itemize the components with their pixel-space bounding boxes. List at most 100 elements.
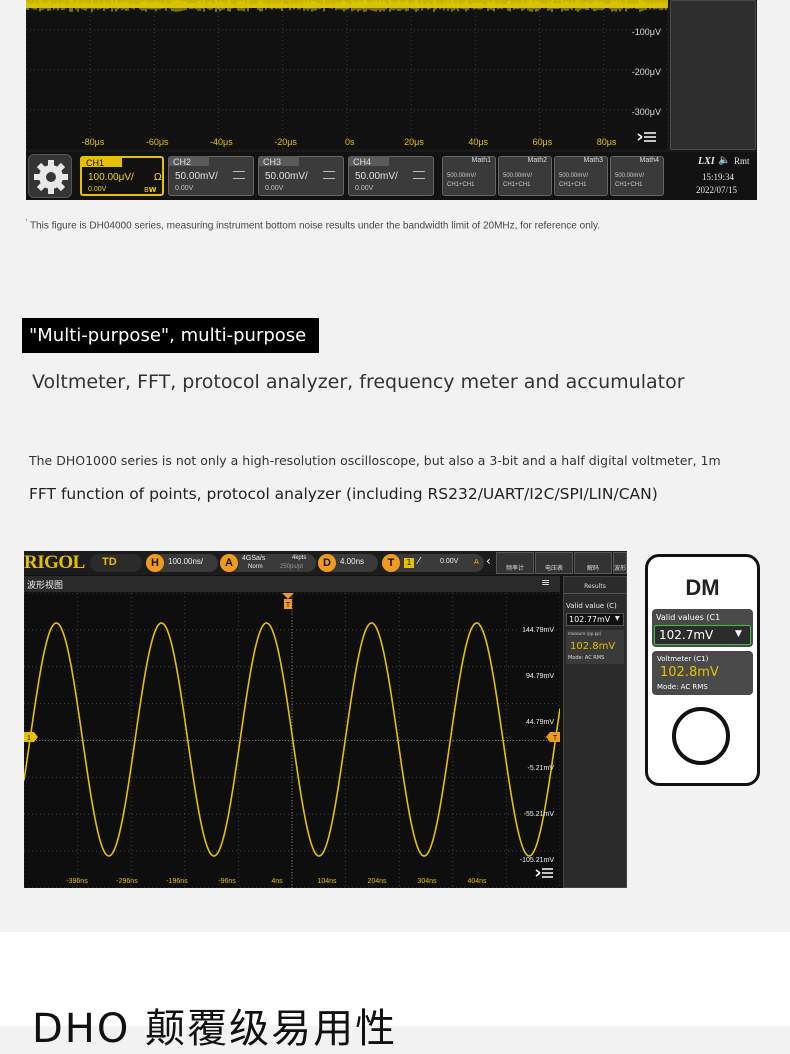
math-name: Math1 — [471, 157, 491, 164]
channel-offset: 0.00V — [88, 186, 107, 193]
math-scale: 500.00mV/ — [559, 173, 589, 179]
math-source: CH1+CH1 — [503, 182, 531, 188]
dm-device-illustration: DM Valid values (C1 102.7mV ▼ Voltmeter … — [645, 554, 760, 786]
waveform-view-title: 波形视图 — [27, 581, 64, 591]
view-menu-icon[interactable]: ≡ — [541, 576, 550, 589]
dm-valid-value: 102.7mV — [659, 628, 714, 642]
y-axis-label: -200μV — [632, 67, 661, 77]
toolbar-left-arrow-icon[interactable]: ‹ — [486, 554, 491, 568]
coupling-icon — [323, 171, 335, 179]
x-axis-label: 40μs — [468, 137, 488, 147]
tool-counter[interactable]: 频率计 — [496, 552, 534, 574]
status-area: LXI 🔈 Rmt 15:19:34 2022/07/15 — [694, 152, 756, 200]
measure-value: 102.8mV — [570, 641, 616, 652]
knob-icon[interactable] — [672, 707, 730, 765]
svg-text:1: 1 — [27, 735, 31, 742]
x-axis-label: -40μs — [210, 137, 233, 147]
section-subtitle: Voltmeter, FFT, protocol analyzer, frequ… — [32, 371, 685, 393]
trigger-source-icon: 1 — [404, 558, 414, 568]
svg-text:T: T — [286, 602, 291, 609]
trigger-auto-label: A — [474, 558, 479, 566]
svg-text:T: T — [553, 735, 558, 742]
channel-scale: 50.00mV/ — [355, 171, 398, 182]
description-line-1: The DHO1000 series is not only a high-re… — [29, 453, 721, 468]
math-source: CH1+CH1 — [615, 182, 643, 188]
section-title: "Multi-purpose", multi-purpose — [22, 318, 319, 353]
channel-name: CH2 — [173, 157, 192, 167]
dm-valid-select[interactable]: 102.7mV ▼ — [654, 625, 751, 645]
x-axis-label: -196ns — [166, 878, 188, 885]
x-axis-label: 404ns — [467, 878, 487, 885]
valid-value-label: Valid value (C) — [566, 602, 617, 610]
y-axis-label: -300μV — [632, 107, 661, 117]
valid-value-select[interactable]: 102.77mV ▼ — [566, 613, 624, 626]
dropdown-chevron-icon: ▼ — [735, 629, 742, 639]
y-axis-label: 144.79mV — [522, 627, 554, 634]
y-axis-label: -55.21mV — [524, 811, 555, 818]
dm-title: DM — [685, 575, 720, 600]
channel-4-box[interactable]: CH4 50.00mV/ 0.00V — [348, 156, 434, 196]
x-axis-label: 80μs — [597, 137, 617, 147]
trigger-button[interactable]: T 1 ⁄ 0.00V A — [382, 554, 484, 572]
channel-offset: 0.00V — [265, 185, 284, 192]
trigger-level: 0.00V — [440, 558, 459, 565]
math-scale: 500.00mV/ — [615, 173, 645, 179]
lxi-logo: LXI — [698, 156, 715, 167]
x-axis-label: -60μs — [146, 137, 169, 147]
coupling-label: Ω — [154, 172, 162, 183]
next-section-title: DHO 颠覆级易用性 — [32, 1006, 398, 1052]
coupling-icon — [233, 171, 245, 179]
dm-voltmeter-value: 102.8mV — [660, 665, 719, 680]
x-axis-label: -296ns — [116, 878, 138, 885]
x-axis-label: 4ns — [271, 878, 283, 885]
tool-label: 解码 — [586, 565, 599, 572]
acquire-button[interactable]: A 4GSa/s 4kpts Norm 250ps/pt — [220, 554, 316, 572]
settings-gear-icon[interactable] — [28, 154, 72, 198]
dm-mode: Mode: AC RMS — [657, 683, 708, 691]
tool-waveform[interactable]: 波形 — [613, 552, 627, 574]
channel-name: CH4 — [353, 157, 372, 167]
side-panel — [670, 0, 756, 150]
x-axis-label: -80μs — [82, 137, 105, 147]
math-1-box[interactable]: Math1 500.00mV/CH1+CH1 — [442, 156, 496, 196]
results-panel: Results Valid value (C) 102.77mV ▼ measu… — [563, 576, 627, 888]
clock-time: 15:19:34 — [702, 172, 735, 182]
tool-decode[interactable]: 解码 — [574, 552, 612, 574]
trigger-icon: T — [382, 554, 400, 572]
clock-date: 2022/07/15 — [696, 185, 738, 195]
speaker-icon[interactable]: 🔈 — [718, 155, 730, 166]
math-name: Math3 — [583, 157, 603, 164]
tool-label: 波形 — [614, 565, 627, 572]
y-axis-label: -105.21mV — [520, 857, 555, 864]
tool-voltmeter[interactable]: 电压表 — [535, 552, 573, 574]
math-2-box[interactable]: Math2 500.00mV/CH1+CH1 — [498, 156, 552, 196]
delay-icon: D — [318, 554, 336, 572]
valid-value: 102.77mV — [569, 615, 611, 624]
dropdown-chevron-icon: ▼ — [615, 615, 620, 622]
channel-bar: CH1 100.00μV/ Ω 0.00V B𝗪 CH2 50.00mV/ 0.… — [26, 152, 757, 200]
math-name: Math2 — [527, 157, 547, 164]
math-name: Math4 — [639, 157, 659, 164]
description-line-2: FFT function of points, protocol analyze… — [29, 485, 658, 503]
math-4-box[interactable]: Math4 500.00mV/CH1+CH1 — [610, 156, 664, 196]
math-3-box[interactable]: Math3 500.00mV/CH1+CH1 — [554, 156, 608, 196]
figure-caption: ' This figure is DH04000 series, measuri… — [26, 219, 600, 231]
coupling-icon — [413, 171, 425, 179]
mode-button[interactable]: TD — [90, 554, 142, 572]
channel-3-box[interactable]: CH3 50.00mV/ 0.00V — [258, 156, 344, 196]
math-source: CH1+CH1 — [447, 182, 475, 188]
horizontal-button[interactable]: H 100.00ns/ — [146, 554, 218, 572]
math-scale: 500.00mV/ — [503, 173, 533, 179]
x-axis-label: -396ns — [66, 878, 88, 885]
y-axis-label: 94.79mV — [526, 673, 554, 680]
channel-1-box[interactable]: CH1 100.00μV/ Ω 0.00V B𝗪 — [80, 156, 164, 196]
dm-valid-card[interactable]: Valid values (C1 102.7mV ▼ — [652, 609, 753, 647]
channel-offset: 0.00V — [175, 185, 194, 192]
channel-2-box[interactable]: CH2 50.00mV/ 0.00V — [168, 156, 254, 196]
channel-offset: 0.00V — [355, 185, 374, 192]
delay-button[interactable]: D 4.00ns — [318, 554, 378, 572]
channel-scale: 50.00mV/ — [175, 171, 218, 182]
x-axis-label: 0s — [345, 137, 355, 147]
dm-valid-label: Valid values (C1 — [656, 613, 721, 622]
caption-text: This figure is DH04000 series, measuring… — [29, 220, 601, 232]
